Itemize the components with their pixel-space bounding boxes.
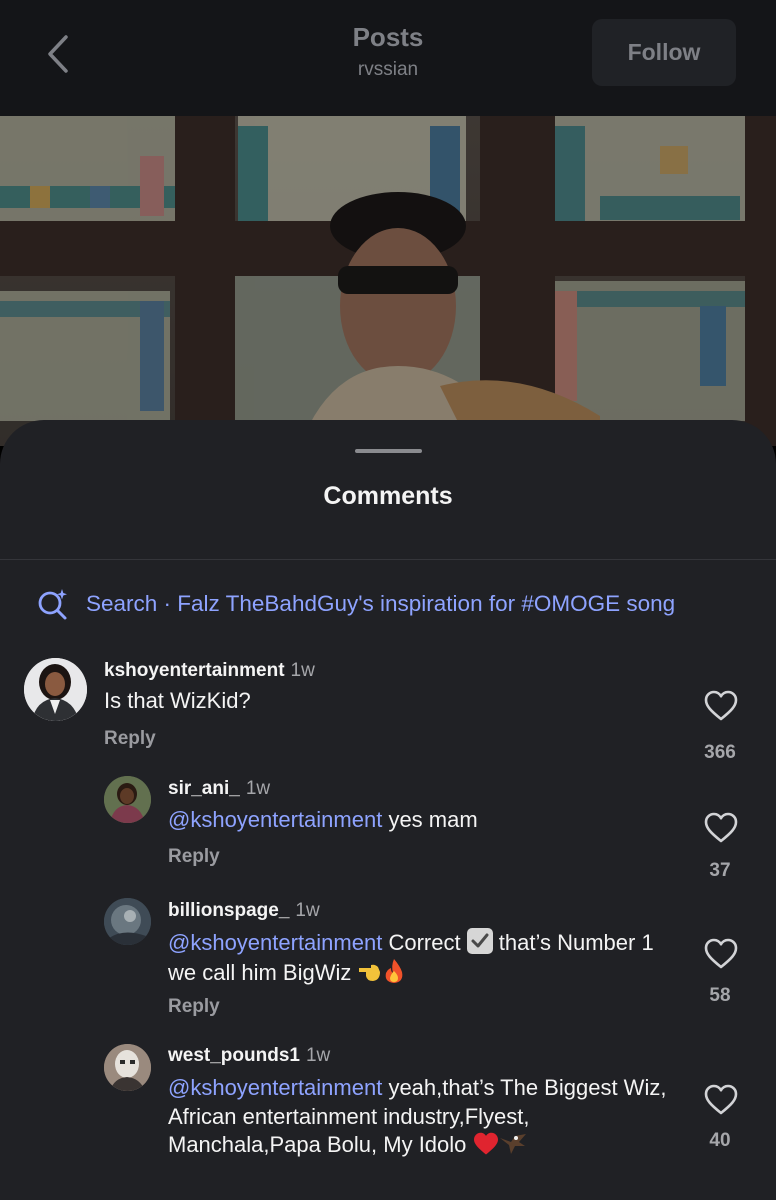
avatar[interactable] <box>104 1044 151 1091</box>
like-count: 37 <box>709 860 731 881</box>
mention-link[interactable]: @kshoyentertainment <box>168 930 382 955</box>
video-still-image <box>0 116 776 446</box>
comment-time: 1w <box>245 778 271 799</box>
like-count: 58 <box>709 985 731 1006</box>
heart-icon[interactable] <box>704 690 738 722</box>
checkmark-emoji-icon <box>466 928 493 954</box>
avatar-image <box>24 658 87 721</box>
avatar[interactable] <box>104 776 151 823</box>
pointing-hand-emoji-icon <box>357 958 383 992</box>
red-heart-emoji-icon <box>473 1132 499 1164</box>
comment-item: west_pounds1 1w @kshoyentertainment yeah,… <box>0 1044 776 1200</box>
avatar-image <box>104 898 151 945</box>
comment-item: billionspage_ 1w @kshoyentertainment Corr… <box>0 898 776 1038</box>
mention-link[interactable]: @kshoyentertainment <box>168 1075 382 1100</box>
heart-icon[interactable] <box>704 938 738 970</box>
search-sparkle-icon <box>38 589 67 620</box>
top-bar: Posts rvssian Follow <box>0 0 776 116</box>
avatar-image <box>104 776 151 823</box>
reply-button[interactable]: Reply <box>168 846 220 868</box>
heart-icon[interactable] <box>704 1084 738 1116</box>
avatar[interactable] <box>24 658 87 721</box>
comment-time: 1w <box>290 660 315 681</box>
comment-text: Is that WizKid? <box>104 688 251 713</box>
reply-button[interactable]: Reply <box>168 996 220 1018</box>
comment-time: 1w <box>305 1045 331 1066</box>
divider <box>0 559 776 560</box>
comment-text: @kshoyentertainment yeah,that’s The Bigg… <box>168 1074 668 1164</box>
comment-text: @kshoyentertainment Correct that’s Numbe… <box>168 928 668 991</box>
comments-title: Comments <box>323 482 453 510</box>
search-query: Falz TheBahdGuy's inspiration for #OMOGE… <box>177 591 676 616</box>
drag-handle[interactable] <box>355 449 422 453</box>
comment-item: kshoyentertainment 1w Is that WizKid? Rep… <box>0 656 776 766</box>
reply-button[interactable]: Reply <box>104 728 156 750</box>
heart-icon[interactable] <box>704 812 738 844</box>
related-search-link[interactable]: Search · Falz TheBahdGuy's inspiration f… <box>36 586 776 622</box>
avatar[interactable] <box>104 898 151 945</box>
comment-item: sir_ani_ 1w @kshoyentertainment yes mam R… <box>0 774 776 884</box>
comment-username[interactable]: billionspage_ 1w <box>168 900 320 922</box>
mention-link[interactable]: @kshoyentertainment <box>168 807 382 832</box>
avatar-image <box>104 1044 151 1091</box>
fire-emoji-icon <box>383 958 405 992</box>
comment-username[interactable]: west_pounds1 1w <box>168 1045 330 1067</box>
comment-username[interactable]: kshoyentertainment 1w <box>104 660 315 682</box>
like-count: 40 <box>709 1130 731 1151</box>
follow-button[interactable]: Follow <box>592 19 736 86</box>
comments-sheet: Comments Search · Falz TheBahdGuy's insp… <box>0 420 776 1200</box>
comment-time: 1w <box>295 900 320 921</box>
eagle-emoji-icon <box>499 1132 527 1164</box>
comment-text: @kshoyentertainment yes mam <box>168 807 478 832</box>
search-prefix: Search · <box>86 591 178 616</box>
like-count: 366 <box>704 742 736 763</box>
video-frame[interactable] <box>0 116 776 446</box>
comment-username[interactable]: sir_ani_ 1w <box>168 778 270 800</box>
